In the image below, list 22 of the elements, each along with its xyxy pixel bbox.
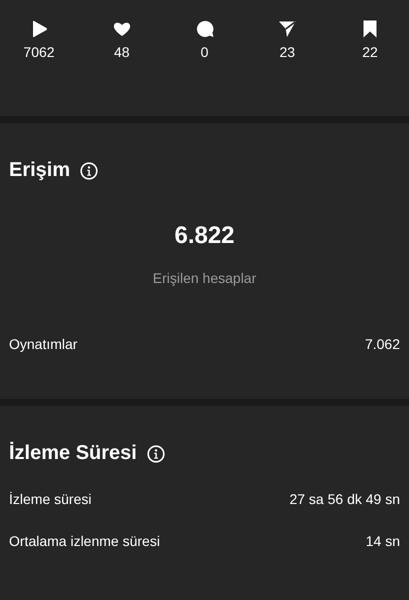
bookmark-icon [361,20,379,38]
info-icon[interactable] [80,162,98,180]
section-title: Erişim [9,159,70,182]
accounts-reached-label: Erişilen hesaplar [152,270,258,286]
metric-value: 7.062 [364,336,400,352]
send-icon [278,20,296,38]
info-icon[interactable] [146,444,165,462]
stat-count: 48 [114,44,130,60]
stat-count: 7062 [23,44,55,60]
metric-value: 14 sn [366,533,400,549]
stat-count: 22 [362,44,378,60]
accounts-reached-count: 6.822 [173,222,236,250]
section-title: İzleme Süresi [9,442,137,465]
metric-label: İzleme süresi [9,491,92,507]
metric-value: 27 sa 56 dk 49 sn [289,491,400,507]
heart-icon [112,20,131,38]
stat-count: 0 [200,44,208,60]
speech-bubble-icon [196,20,214,38]
stat-count: 23 [279,44,296,60]
play-icon [30,20,48,38]
metric-label: Ortalama izlenme süresi [9,533,160,549]
metric-label: Oynatımlar [9,336,78,352]
